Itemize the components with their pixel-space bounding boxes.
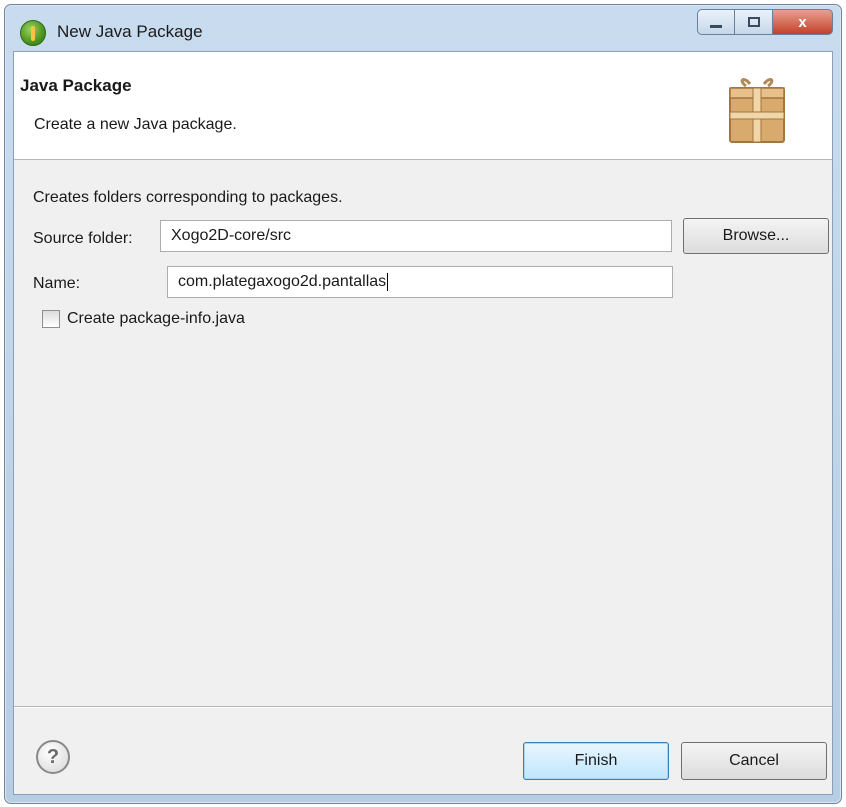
package-info-label[interactable]: Create package-info.java — [67, 310, 245, 328]
package-icon — [729, 78, 785, 143]
name-label: Name: — [33, 275, 81, 292]
help-icon[interactable]: ? — [36, 740, 70, 774]
text-caret — [387, 273, 389, 291]
banner-description: Create a new Java package. — [34, 116, 237, 133]
cancel-button[interactable]: Cancel — [681, 742, 827, 780]
browse-button[interactable]: Browse... — [683, 218, 829, 254]
window-title: New Java Package — [57, 22, 203, 41]
window-controls: x — [697, 9, 833, 35]
cancel-label: Cancel — [729, 752, 779, 769]
name-input[interactable]: com.plategaxogo2d.pantallas — [167, 266, 673, 298]
close-icon: x — [798, 13, 807, 31]
maximize-button[interactable] — [735, 9, 773, 35]
source-folder-value: Xogo2D-core/src — [171, 227, 292, 244]
dialog-window: New Java Package x Java Package Create a… — [4, 4, 842, 804]
browse-label: Browse... — [722, 227, 790, 244]
eclipse-icon — [20, 20, 46, 46]
title-bar[interactable]: New Java Package x — [5, 5, 841, 51]
banner-title: Java Package — [20, 76, 132, 95]
package-info-checkbox[interactable] — [42, 310, 60, 328]
dialog-body: Java Package Create a new Java package. … — [13, 51, 833, 795]
minimize-icon — [710, 24, 722, 28]
finish-label: Finish — [574, 752, 618, 769]
source-folder-label: Source folder: — [33, 230, 133, 247]
maximize-icon — [747, 17, 760, 27]
footer-separator — [14, 706, 832, 708]
minimize-button[interactable] — [697, 9, 735, 35]
intro-text: Creates folders corresponding to package… — [33, 189, 343, 206]
finish-button[interactable]: Finish — [523, 742, 669, 780]
wizard-banner: Java Package Create a new Java package. — [14, 52, 832, 160]
close-button[interactable]: x — [773, 9, 833, 35]
name-value: com.plategaxogo2d.pantallas — [178, 273, 387, 290]
source-folder-input[interactable]: Xogo2D-core/src — [160, 220, 672, 252]
